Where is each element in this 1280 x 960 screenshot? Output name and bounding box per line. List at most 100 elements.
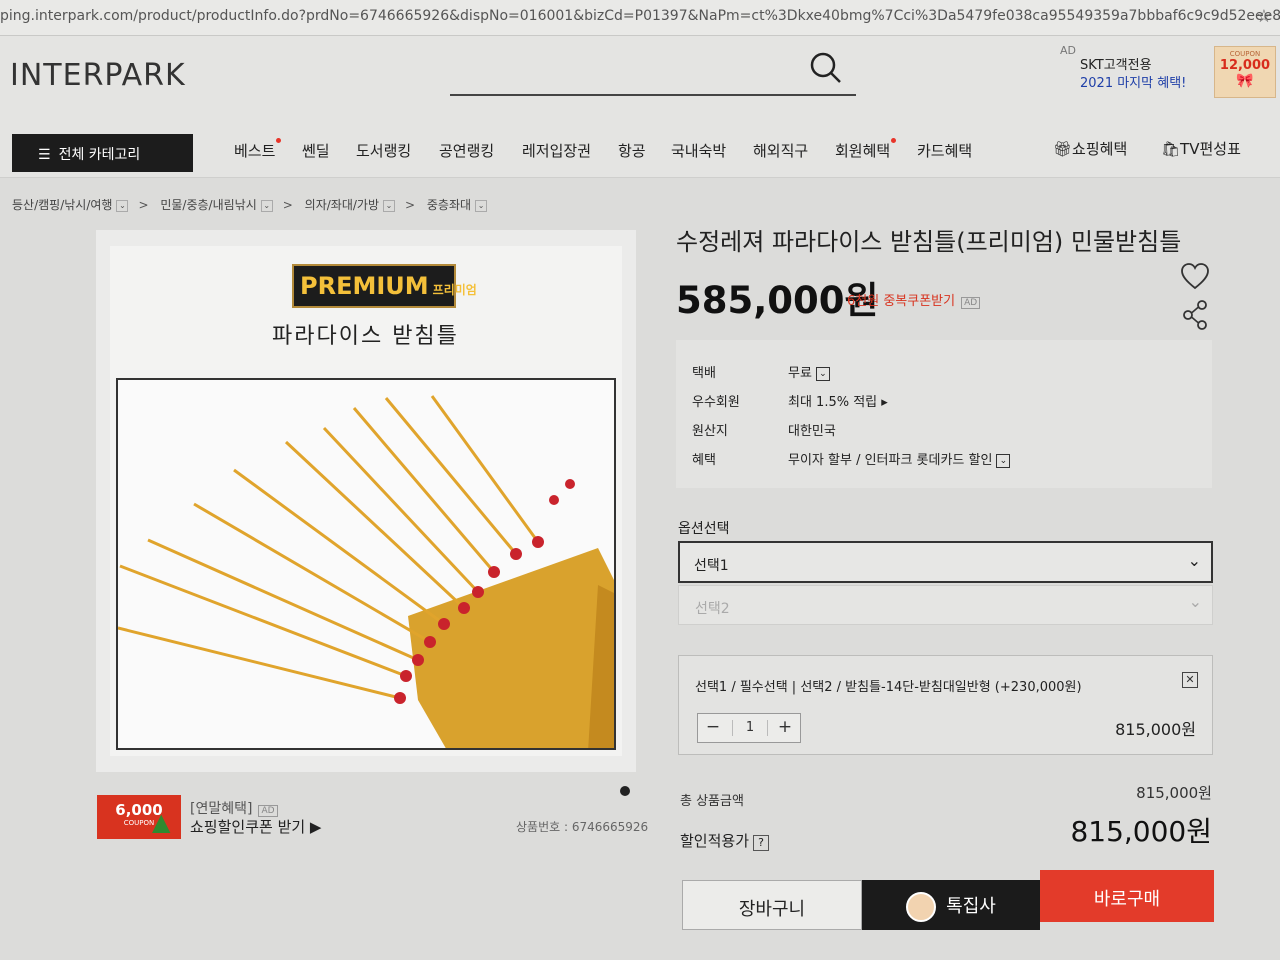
gnb-item-member-benefit[interactable]: 회원혜택: [835, 138, 897, 161]
search-input[interactable]: [450, 46, 856, 96]
option2-select[interactable]: 선택2 ⌄: [678, 585, 1213, 625]
talk-butler-button[interactable]: 톡집사: [862, 880, 1040, 930]
bookmark-star-icon[interactable]: ☆: [1256, 6, 1272, 27]
breadcrumb-item[interactable]: 의자/좌대/가방: [305, 196, 379, 213]
selected-option-text: 선택1 / 필수선택 | 선택2 / 받침틀-14단-받침대일반형 (+230,…: [695, 680, 1082, 695]
chevron-down-icon[interactable]: ⌄: [382, 199, 395, 212]
selected-option-box: 선택1 / 필수선택 | 선택2 / 받침틀-14단-받침대일반형 (+230,…: [678, 655, 1213, 755]
gnb-item-leisure-ticket[interactable]: 레저입장권: [522, 140, 591, 161]
gnb-item-book-ranking[interactable]: 도서랭킹: [356, 140, 411, 161]
gnb-item-show-ranking[interactable]: 공연랭킹: [439, 140, 494, 161]
tv-schedule-label: TV편성표: [1180, 140, 1241, 158]
product-image-gallery[interactable]: PREMIUM 프리미엄 파라다이스 받침틀: [96, 230, 636, 772]
duplicate-coupon-label: 6천원 중복쿠폰받기: [847, 294, 956, 309]
coupon-badge-amount: 12,000: [1219, 58, 1271, 73]
option1-value: 선택1: [694, 558, 729, 574]
carousel-indicator[interactable]: [620, 786, 630, 796]
chevron-down-icon: ⌄: [1187, 551, 1201, 570]
gnb-item-domestic-stay[interactable]: 국내숙박: [671, 140, 726, 161]
coupon-badge-label: COUPON: [1229, 50, 1261, 58]
quantity-decrease-button[interactable]: −: [698, 717, 728, 739]
buy-now-button[interactable]: 바로구매: [1040, 870, 1214, 922]
info-value[interactable]: 무료 ⌄: [788, 362, 830, 381]
gnb-label: 도서랭킹: [356, 142, 412, 160]
add-to-cart-button[interactable]: 장바구니: [682, 880, 862, 930]
breadcrumb-item[interactable]: 중층좌대: [427, 196, 471, 213]
shopping-bag-icon: 🛍︎: [1161, 140, 1181, 158]
url-text[interactable]: ping.interpark.com/product/productInfo.d…: [0, 8, 1280, 24]
christmas-tree-icon: ▲: [152, 808, 171, 836]
discount-label-text: 할인적용가: [680, 832, 750, 850]
gnb-item-ssendeal[interactable]: 쎈딜: [302, 140, 330, 161]
promo-title[interactable]: SKT고객전용: [1080, 54, 1152, 73]
option1-select[interactable]: 선택1 ⌄: [678, 541, 1213, 583]
option-select-label: 옵션선택: [678, 521, 730, 537]
search-icon[interactable]: [808, 50, 844, 86]
all-category-label: 전체 카테고리: [58, 147, 141, 163]
info-key: 택배: [692, 366, 716, 381]
shopping-coupon-link[interactable]: 쇼핑할인쿠폰 받기 ▶: [190, 816, 321, 837]
yearend-text: [연말혜택]: [190, 801, 253, 817]
butler-avatar: [906, 892, 937, 922]
all-category-button[interactable]: ☰ 전체 카테고리: [12, 134, 193, 172]
shopping-benefits-link[interactable]: 🎁︎쇼핑혜택: [1053, 138, 1127, 159]
quantity-increase-button[interactable]: +: [770, 717, 800, 739]
gnb-label: 항공: [618, 142, 646, 160]
chevron-down-icon[interactable]: ⌄: [815, 366, 830, 381]
new-dot: [276, 138, 282, 143]
discount-price-label: 할인적용가?: [680, 830, 770, 851]
chevron-down-icon[interactable]: ⌄: [996, 453, 1011, 468]
image-title: 파라다이스 받침틀: [272, 324, 459, 349]
hamburger-icon: ☰: [38, 147, 51, 163]
heart-icon[interactable]: [1180, 262, 1210, 290]
product-photo: [116, 378, 616, 750]
chevron-down-icon[interactable]: ⌄: [475, 199, 488, 212]
breadcrumb: 등산/캠핑/낚시/여행 ⌄ > 민물/중층/내림낚시 ⌄ > 의자/좌대/가방 ⌄ > 중층…: [12, 196, 488, 213]
gnb-item-card-benefit[interactable]: 카드혜택: [917, 140, 972, 161]
premium-label: PREMIUM: [300, 272, 429, 300]
info-key: 혜택: [692, 453, 716, 468]
help-icon[interactable]: ?: [753, 835, 770, 851]
info-key: 원산지: [692, 424, 728, 439]
final-price: 815,000원: [1070, 815, 1212, 848]
tv-schedule-link[interactable]: 🛍︎TV편성표: [1161, 138, 1241, 159]
product-image[interactable]: PREMIUM 프리미엄 파라다이스 받침틀: [110, 246, 622, 756]
gnb-item-flight[interactable]: 항공: [618, 140, 646, 161]
info-value[interactable]: 무이자 할부 / 인터파크 롯데카드 할인 ⌄: [788, 449, 1011, 468]
info-value-text: 무료: [788, 366, 812, 381]
info-value: 대한민국: [788, 424, 836, 439]
interpark-logo[interactable]: INTERPARK: [10, 58, 186, 93]
share-icon[interactable]: [1182, 300, 1208, 330]
ad-label: AD: [961, 297, 981, 309]
close-icon[interactable]: ✕: [1182, 672, 1198, 688]
total-amount-value: 815,000원: [1136, 784, 1212, 802]
breadcrumb-item[interactable]: 민물/중층/내림낚시: [160, 196, 256, 213]
chevron-down-icon[interactable]: ⌄: [116, 199, 129, 212]
yearend-benefit-label[interactable]: [연말혜택] AD: [190, 798, 278, 818]
premium-badge: PREMIUM 프리미엄: [292, 264, 477, 308]
info-key: 우수회원: [692, 395, 740, 410]
info-value[interactable]: 최대 1.5% 적립 ▸: [788, 391, 888, 410]
option2-value: 선택2: [695, 601, 730, 617]
duplicate-coupon-link[interactable]: 6천원 중복쿠폰받기 AD: [847, 290, 981, 309]
breadcrumb-item[interactable]: 등산/캠핑/낚시/여행: [12, 196, 112, 213]
gift-bow-icon: 🎀: [1236, 73, 1254, 89]
coupon-badge[interactable]: COUPON 12,000 🎀: [1214, 46, 1276, 98]
new-dot: [891, 138, 897, 143]
chevron-right-icon: >: [138, 198, 149, 212]
gnb-label: 레저입장권: [522, 142, 592, 160]
product-number: 상품번호 : 6746665926: [516, 820, 649, 834]
chevron-down-icon[interactable]: ⌄: [260, 199, 273, 212]
gnb-label: 쎈딜: [302, 142, 330, 160]
gnb-item-overseas-direct[interactable]: 해외직구: [753, 140, 808, 161]
promo-subtitle[interactable]: 2021 마지막 혜택!: [1080, 72, 1186, 91]
gnb-label: 국내숙박: [671, 142, 727, 160]
quantity-stepper[interactable]: − 1 +: [697, 713, 801, 743]
option-line-price: 815,000원: [1115, 720, 1196, 739]
gnb-item-best[interactable]: 베스트: [234, 138, 282, 161]
delivery-info-box: 택배 무료 ⌄ 우수회원 최대 1.5% 적립 ▸ 원산지 대한민국 혜택 무이자…: [676, 340, 1212, 488]
quantity-input[interactable]: 1: [732, 720, 768, 736]
address-bar[interactable]: ping.interpark.com/product/productInfo.d…: [0, 0, 1280, 36]
ad-label: AD: [1060, 44, 1076, 57]
gift-icon: 🎁︎: [1053, 140, 1073, 158]
